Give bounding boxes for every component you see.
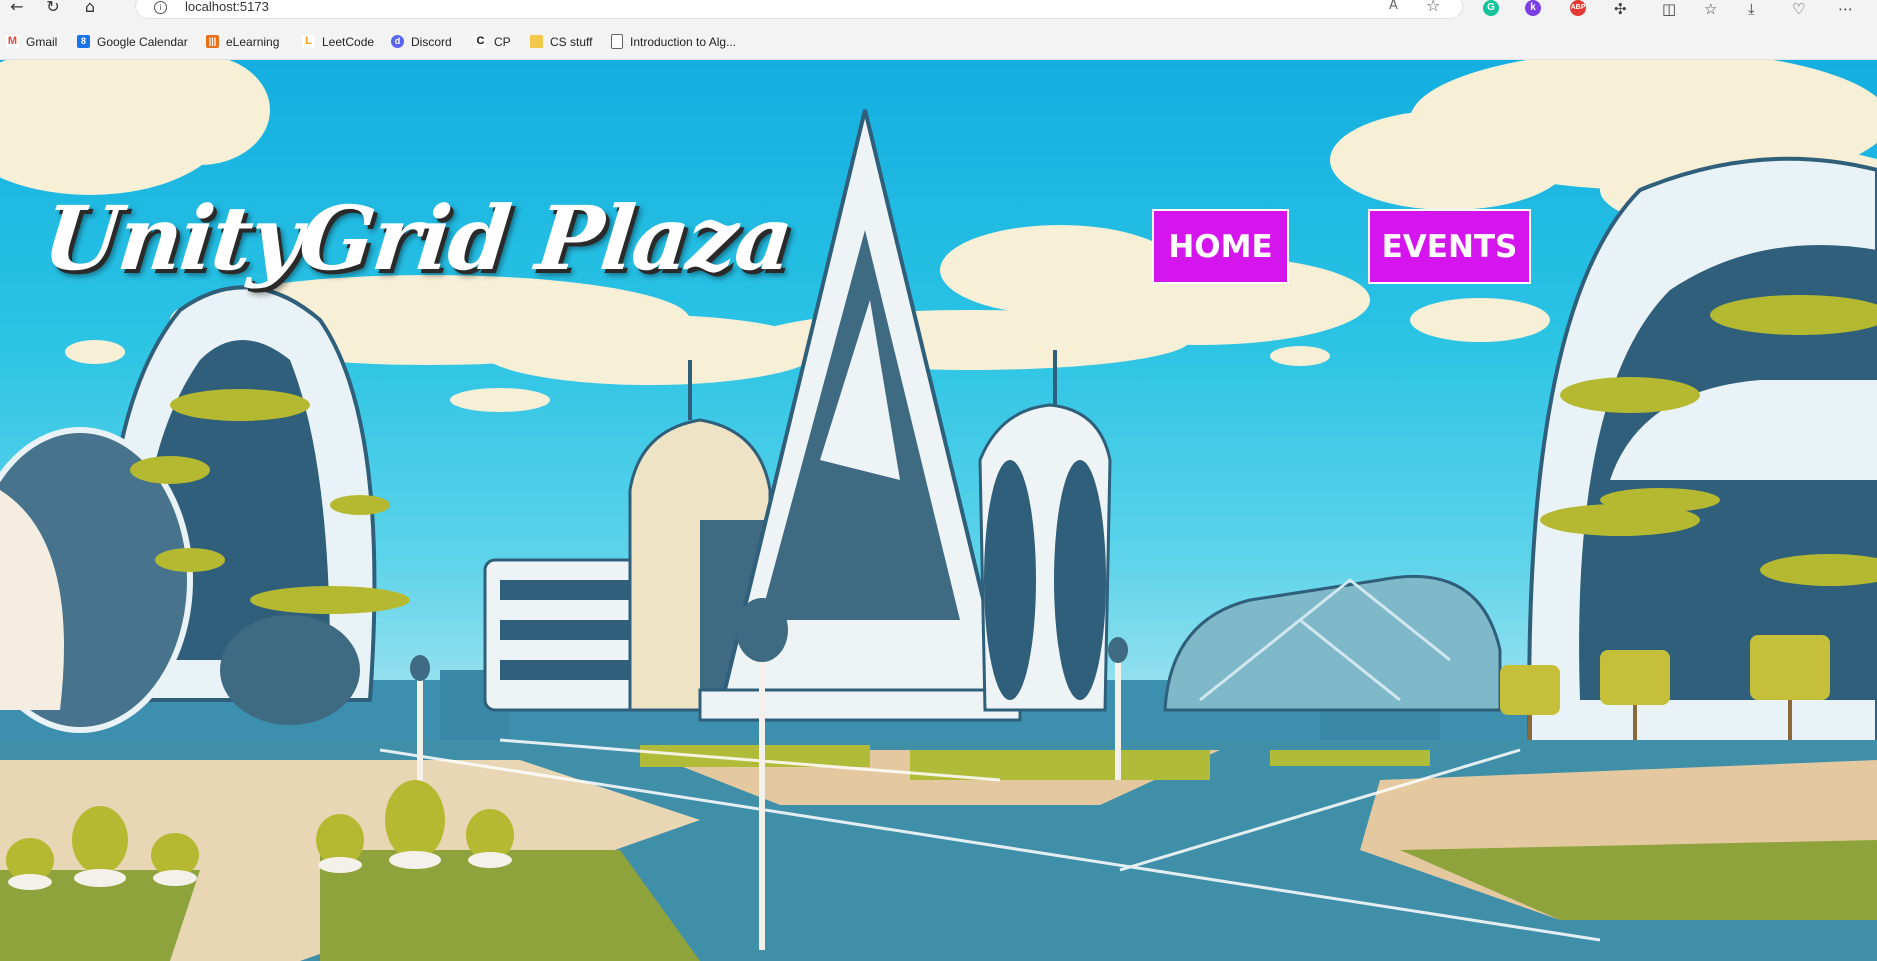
browser-essentials-icon[interactable]: ♡ [1792, 0, 1805, 18]
calendar-icon: 8 [77, 35, 90, 48]
read-aloud-icon[interactable]: A [1389, 0, 1398, 13]
bookmark-gmail[interactable]: M Gmail [6, 33, 57, 50]
reload-icon[interactable]: ↻ [42, 0, 64, 16]
page-viewport: UnityGrid Plaza HOME EVENTS [0, 60, 1877, 961]
address-url[interactable]: localhost:5173 [185, 0, 269, 14]
folder-icon [530, 35, 543, 48]
site-info-icon[interactable]: i [154, 1, 167, 14]
bookmark-label: LeetCode [322, 34, 375, 49]
bookmark-discord[interactable]: d Discord [391, 33, 452, 50]
bookmark-cp[interactable]: C CP [474, 33, 511, 50]
site-title: UnityGrid Plaza [38, 186, 797, 290]
bookmark-label: Google Calendar [97, 34, 188, 49]
home-icon[interactable]: ⌂ [79, 0, 101, 16]
bookmark-label: Discord [411, 34, 452, 49]
leetcode-icon: L [302, 35, 315, 48]
bookmark-label: Gmail [26, 34, 58, 49]
bookmark-label: CP [494, 34, 511, 49]
page-icon [611, 34, 623, 49]
settings-more-icon[interactable]: ⋯ [1838, 0, 1853, 18]
grammarly-extension-icon[interactable]: G [1483, 0, 1499, 16]
bookmark-label: eLearning [226, 34, 280, 49]
bookmark-google-calendar[interactable]: 8 Google Calendar [77, 33, 188, 50]
bookmark-introduction-to-algorithms[interactable]: Introduction to Alg... [611, 33, 736, 50]
adblock-plus-extension-icon[interactable]: ABP [1570, 0, 1586, 16]
bookmark-label: Introduction to Alg... [630, 34, 737, 49]
favorite-star-icon[interactable]: ☆ [1426, 0, 1440, 15]
back-arrow-icon[interactable]: ← [6, 0, 28, 16]
events-nav-button[interactable]: EVENTS [1368, 209, 1531, 284]
elearning-icon: ||| [206, 35, 219, 48]
k-extension-icon[interactable]: k [1525, 0, 1541, 16]
discord-icon: d [391, 35, 404, 48]
gmail-icon: M [6, 35, 19, 48]
extensions-puzzle-icon[interactable]: ✣ [1614, 0, 1627, 18]
split-screen-icon[interactable]: ◫ [1662, 0, 1676, 18]
favorites-icon[interactable]: ☆ [1704, 0, 1717, 18]
home-nav-button[interactable]: HOME [1152, 209, 1289, 284]
bookmark-leetcode[interactable]: L LeetCode [302, 33, 374, 50]
bookmark-elearning[interactable]: ||| eLearning [206, 33, 279, 50]
bookmark-cs-stuff[interactable]: CS stuff [530, 33, 592, 50]
browser-toolbar: ← ↻ ⌂ i localhost:5173 A ☆ G k ABP ✣ ◫ ☆… [0, 0, 1877, 22]
downloads-icon[interactable]: ⤓ [1748, 0, 1755, 18]
bookmarks-bar: M Gmail 8 Google Calendar ||| eLearning … [0, 22, 1877, 60]
bookmark-label: CS stuff [550, 34, 593, 49]
cp-icon: C [474, 35, 487, 48]
address-bar[interactable]: i localhost:5173 A ☆ [136, 0, 1462, 18]
